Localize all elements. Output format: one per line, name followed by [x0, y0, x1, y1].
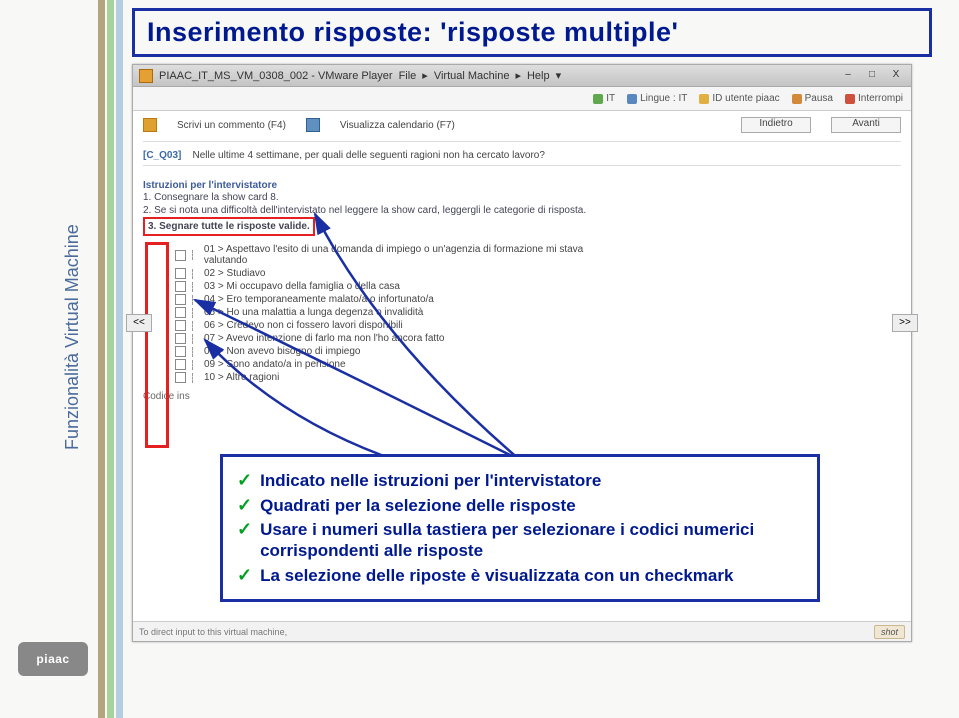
option-row: 08 > Non avevo bisogno di impiego [175, 346, 625, 357]
checkbox-01[interactable] [175, 250, 186, 261]
logo-text: piaac [36, 652, 69, 666]
decor-bar-1 [98, 0, 105, 718]
instruction-2: 2. Se si nota una difficoltà dell'interv… [143, 204, 901, 217]
sidebar-label: Funzionalità Virtual Machine [62, 224, 83, 450]
lang-icon [627, 94, 637, 104]
vm-statusbar: To direct input to this virtual machine,… [133, 621, 911, 641]
option-row: 10 > Altre ragioni [175, 372, 625, 383]
check-icon: ✓ [237, 564, 252, 587]
checkbox-03[interactable] [175, 281, 186, 292]
bullet-1: Indicato nelle istruzioni per l'intervis… [260, 470, 601, 491]
tb-it[interactable]: IT [593, 93, 615, 104]
option-row: 04 > Ero temporaneamente malato/a o info… [175, 294, 625, 305]
comment-icon [143, 118, 157, 132]
check-icon: ✓ [237, 494, 252, 517]
flag-icon [593, 94, 603, 104]
decor-bar-2 [107, 0, 114, 718]
check-icon: ✓ [237, 518, 252, 541]
checkbox-08[interactable] [175, 346, 186, 357]
logo: piaac [18, 642, 88, 676]
checkbox-07[interactable] [175, 333, 186, 344]
menu-vm[interactable]: Virtual Machine [434, 70, 510, 82]
checkbox-05[interactable] [175, 307, 186, 318]
vm-toolbar: IT Lingue : IT ID utente piaac Pausa Int… [133, 87, 911, 111]
vm-titlebar[interactable]: PIAAC_IT_MS_VM_0308_002 - VMware Player … [133, 65, 911, 87]
vm-app-icon [139, 69, 153, 83]
tb-id[interactable]: ID utente piaac [699, 93, 779, 104]
pause-icon [792, 94, 802, 104]
question-text: Nelle ultime 4 settimane, per quali dell… [192, 150, 544, 161]
id-icon [699, 94, 709, 104]
vm-footer-text: To direct input to this virtual machine, [139, 627, 287, 637]
option-row: 03 > Mi occupavo della famiglia o della … [175, 281, 625, 292]
window-close[interactable]: X [887, 69, 905, 83]
instruction-3-highlight: 3. Segnare tutte le risposte valide. [143, 217, 315, 236]
slide-title: Inserimento risposte: 'risposte multiple… [132, 8, 932, 57]
bullet-4: La selezione delle riposte è visualizzat… [260, 565, 733, 586]
instruction-1: 1. Consegnare la show card 8. [143, 191, 901, 204]
options-list: 01 > Aspettavo l'esito di una domanda di… [175, 244, 625, 383]
question-code: [C_Q03] [143, 150, 181, 161]
option-row: 07 > Avevo intenzione di farlo ma non l'… [175, 333, 625, 344]
vm-row-actions: Scrivi un commento (F4) Visualizza calen… [143, 117, 901, 133]
nav-indietro[interactable]: Indietro [741, 117, 811, 133]
option-row: 02 > Studiavo [175, 268, 625, 279]
tb-lingue[interactable]: Lingue : IT [627, 93, 687, 104]
option-row: 06 > Credevo non ci fossero lavori dispo… [175, 320, 625, 331]
menu-file[interactable]: File [399, 70, 417, 82]
decor-bar-3 [116, 0, 123, 718]
checkbox-04[interactable] [175, 294, 186, 305]
instructions-heading: Istruzioni per l'intervistatore [143, 180, 901, 191]
option-row: 09 > Sono andato/a in pensione [175, 359, 625, 370]
annotation-box: ✓ Indicato nelle istruzioni per l'intervi… [220, 454, 820, 602]
action-calendar[interactable]: Visualizza calendario (F7) [340, 120, 455, 131]
tb-pausa[interactable]: Pausa [792, 93, 833, 104]
bullet-2: Quadrati per la selezione delle risposte [260, 495, 576, 516]
option-row: 01 > Aspettavo l'esito di una domanda di… [175, 244, 625, 266]
checkbox-column-highlight [145, 242, 169, 448]
nav-avanti[interactable]: Avanti [831, 117, 901, 133]
option-row: 05 > Ho una malattia a lunga degenza o i… [175, 307, 625, 318]
tb-interrompi[interactable]: Interrompi [845, 93, 903, 104]
bullet-3: Usare i numeri sulla tastiera per selezi… [260, 519, 803, 562]
menu-help[interactable]: Help [527, 70, 550, 82]
check-icon: ✓ [237, 469, 252, 492]
window-min[interactable]: – [839, 69, 857, 83]
checkbox-06[interactable] [175, 320, 186, 331]
action-comment[interactable]: Scrivi un commento (F4) [177, 120, 286, 131]
calendar-icon [306, 118, 320, 132]
checkbox-02[interactable] [175, 268, 186, 279]
window-max[interactable]: □ [863, 69, 881, 83]
vm-footer-badge: shot [874, 625, 905, 639]
codice-label: Codice ins [143, 391, 901, 402]
stop-icon [845, 94, 855, 104]
checkbox-09[interactable] [175, 359, 186, 370]
checkbox-10[interactable] [175, 372, 186, 383]
vm-title-text: PIAAC_IT_MS_VM_0308_002 - VMware Player [159, 70, 393, 82]
